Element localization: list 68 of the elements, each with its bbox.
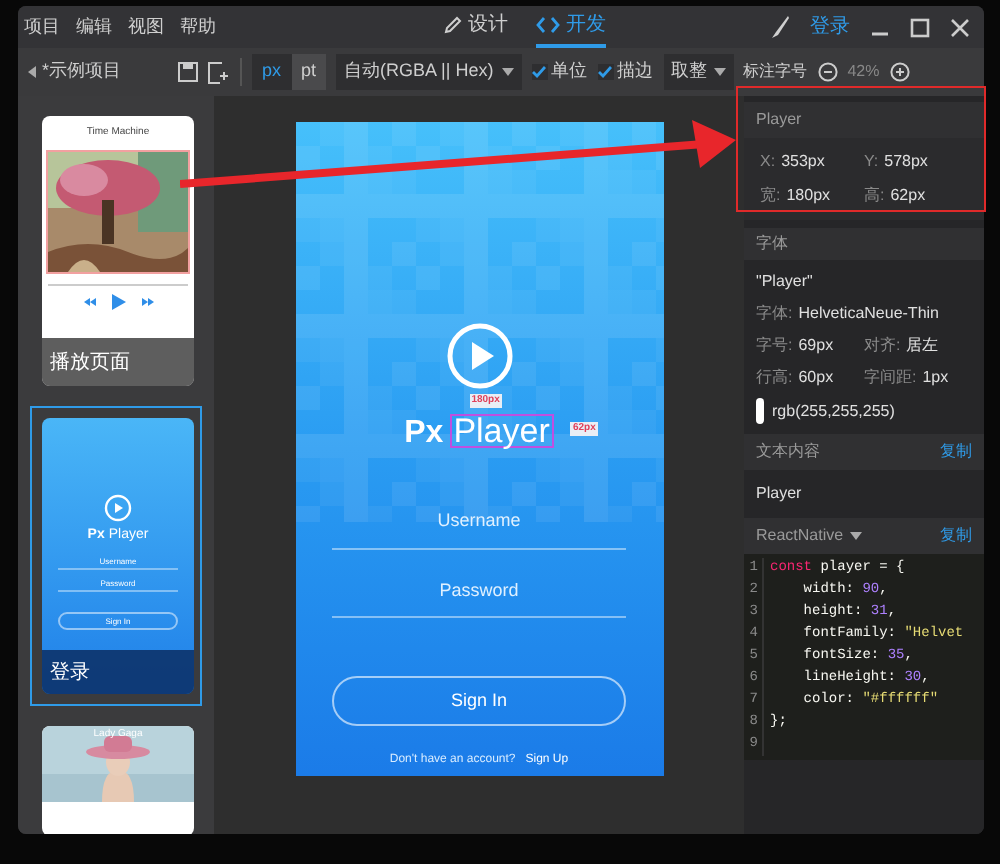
forward-icon [141,298,153,306]
project-back-button[interactable]: *示例项目 [28,58,168,86]
unit-tab[interactable]: pt [291,54,327,90]
color-format-dropdown[interactable]: 自动(RGBA || Hex) [336,54,522,90]
login-link[interactable]: 登录 [810,12,850,42]
menu-item[interactable]: 项目 [24,13,60,41]
mode-tab[interactable]: 设计 [444,6,508,48]
option-checkbox[interactable]: 单位 [531,58,588,86]
zoom-in-icon[interactable] [889,62,910,82]
color-swatch [756,398,764,424]
text-field[interactable]: Password [332,577,626,618]
menu-item[interactable]: 视图 [128,13,164,41]
property-value: HelveticaNeue-Thin [798,302,939,326]
language-dropdown[interactable]: ReactNative [756,524,862,548]
property-label: X: [760,150,776,174]
unit-tab[interactable]: px [252,54,292,90]
text-layer-name: "Player" [756,270,815,294]
property-value: 60px [798,366,834,390]
play-icon [111,294,125,310]
section-title: 字体 [756,234,788,252]
property-value: 62px [890,184,926,208]
option-checkbox[interactable]: 描边 [597,58,654,86]
caret-icon [713,68,726,76]
font-size-label: 标注字号 [743,60,808,84]
logo-text: Px [404,414,444,454]
maximize-icon[interactable] [910,17,930,37]
rewind-icon [83,298,95,306]
property-label: 宽: [760,184,781,208]
property-value: 居左 [906,334,939,358]
sign-in-button[interactable]: Sign In [332,676,626,726]
close-icon[interactable] [950,17,970,37]
property-label: Y: [864,150,879,174]
play-circle-icon [104,494,132,522]
property-label: 字体: [756,302,793,326]
copy-link[interactable]: 复制 [940,440,972,464]
play-circle-icon [445,322,513,390]
page-label: 登录 [50,659,90,687]
section-title: 文本内容 [756,440,820,464]
property-value: 353px [781,150,825,174]
property-label: 行高: [756,366,793,390]
rounding-dropdown[interactable]: 取整 [663,54,734,90]
zoom-out-icon[interactable] [817,62,838,82]
save-icon[interactable] [178,62,198,82]
property-value: 69px [798,334,834,358]
brush-icon [770,15,790,39]
layer-name: Player [756,110,802,128]
property-value: 180px [786,184,831,208]
check-icon [532,66,547,78]
page-label: 播放页面 [50,349,130,377]
menu-item[interactable]: 帮助 [180,13,216,41]
check-icon [598,66,613,78]
caret-icon [849,532,862,540]
property-label: 对齐: [864,334,901,358]
property-label: 字号: [756,334,793,358]
export-icon[interactable] [208,61,230,83]
caret-icon [28,66,36,78]
property-value: 578px [884,150,928,174]
text-content: Player [756,484,802,502]
code-icon [536,16,560,34]
zoom-level: 42% [847,60,880,84]
property-value: 1px [922,366,949,390]
copy-link[interactable]: 复制 [940,524,972,548]
property-label: 字间距: [864,366,917,390]
pencil-icon [444,16,462,34]
color-value: rgb(255,255,255) [772,399,895,423]
menu-item[interactable]: 编辑 [76,13,112,41]
property-label: 高: [864,184,885,208]
caret-icon [501,68,514,76]
